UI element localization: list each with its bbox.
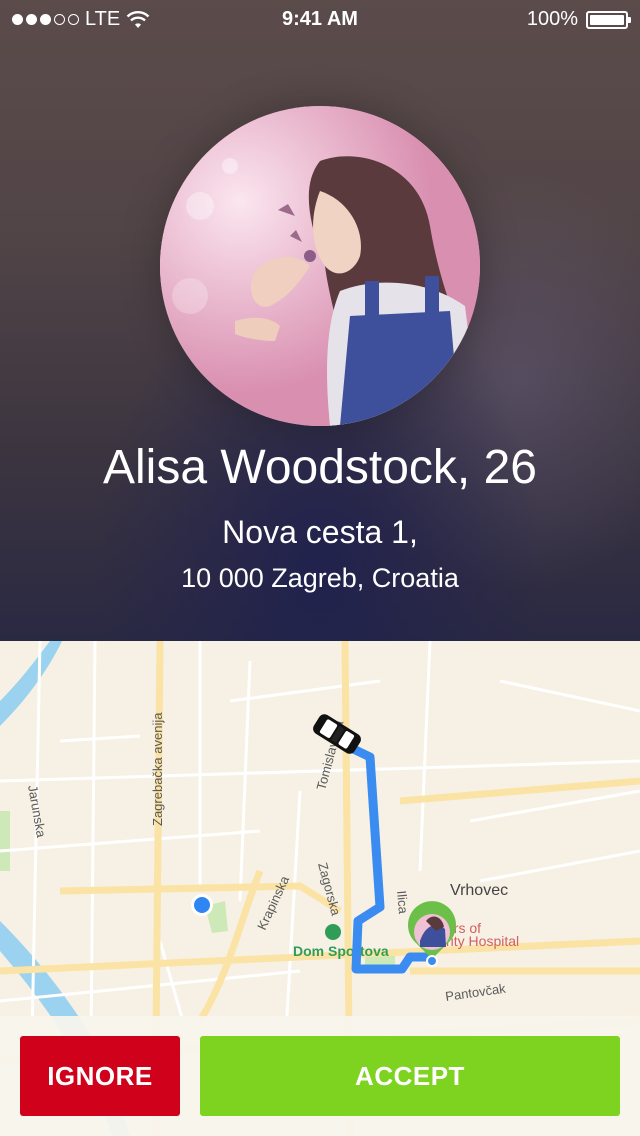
- passenger-name: Alisa Woodstock, 26: [103, 441, 537, 494]
- street-label: Pantovčak: [444, 981, 507, 1004]
- avatar: [160, 106, 480, 426]
- ignore-button[interactable]: IGNORE: [20, 1036, 180, 1116]
- action-bar: IGNORE ACCEPT: [0, 1016, 640, 1136]
- status-bar: LTE 9:41 AM 100%: [0, 0, 640, 40]
- street-label: Zagrebačka avenija: [150, 712, 165, 826]
- battery-icon: [586, 10, 631, 29]
- profile-header: LTE 9:41 AM 100% Alisa Woodstock, 26 Nov…: [0, 0, 640, 641]
- accept-button[interactable]: ACCEPT: [200, 1036, 620, 1116]
- poi-label: Dom Sportova: [293, 943, 389, 959]
- address-line-2: 10 000 Zagreb, Croatia: [181, 563, 459, 593]
- avatar-photo: [160, 106, 480, 426]
- street-label: Jarunska: [25, 784, 49, 839]
- sports-venue-icon[interactable]: [325, 924, 341, 940]
- street-label: Krapinska: [254, 873, 292, 932]
- river: [0, 641, 62, 726]
- battery-percent: 100%: [526, 8, 578, 30]
- street-label: Ilica: [394, 890, 411, 915]
- address-line-1: Nova cesta 1,: [222, 514, 418, 550]
- street-label: Zagorska: [315, 861, 344, 918]
- park: [0, 811, 10, 871]
- street-label: Vrhovec: [450, 882, 508, 899]
- poi-label: rity Hospital: [446, 933, 519, 949]
